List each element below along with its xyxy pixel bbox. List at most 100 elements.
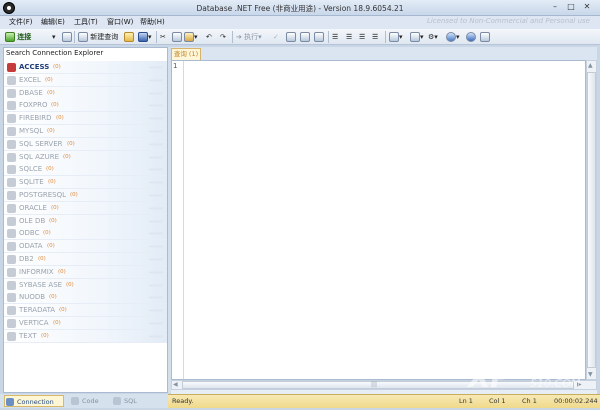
settings-gear-icon[interactable]: ⚙▾ bbox=[428, 31, 438, 43]
connection-item[interactable]: SQL SERVER (0) ‹‹‹‹‹‹‹ bbox=[4, 137, 167, 151]
globe-icon[interactable]: ▾ bbox=[446, 31, 460, 43]
copy-icon[interactable] bbox=[62, 31, 72, 43]
horizontal-scroll-grip: ||| bbox=[371, 381, 378, 388]
align-icon[interactable]: ☰ bbox=[332, 31, 338, 43]
execute-button[interactable]: ➔ 执行▾ bbox=[236, 31, 262, 43]
connection-item[interactable]: DBASE (0) ‹‹‹‹‹‹‹ bbox=[4, 86, 167, 100]
check-icon[interactable]: ✓ bbox=[273, 31, 279, 43]
export-icon[interactable]: ▾ bbox=[410, 31, 424, 43]
connection-item[interactable]: ORACLE (0) ‹‹‹‹‹‹‹ bbox=[4, 201, 167, 215]
connection-item[interactable]: FOXPRO (0) ‹‹‹‹‹‹‹ bbox=[4, 99, 167, 113]
menu-help[interactable]: 帮助(H) bbox=[140, 17, 165, 27]
connection-item[interactable]: ACCESS (0) ‹‹‹‹‹‹‹ bbox=[4, 61, 167, 74]
scroll-down-icon[interactable]: ▼ bbox=[588, 371, 593, 378]
print-icon[interactable]: ▾ bbox=[389, 31, 403, 43]
connection-name: MYSQL bbox=[19, 127, 44, 135]
execute-label: 执行 bbox=[244, 33, 259, 41]
window-icon[interactable] bbox=[314, 31, 324, 43]
row-watermark: ‹‹‹‹‹‹‹ bbox=[149, 282, 163, 289]
outdent-icon[interactable]: ☰ bbox=[359, 31, 365, 43]
connection-item[interactable]: EXCEL (0) ‹‹‹‹‹‹‹ bbox=[4, 73, 167, 87]
connection-item[interactable]: TEXT (0) ‹‹‹‹‹‹‹ bbox=[4, 329, 167, 343]
connection-item[interactable]: SQLCE (0) ‹‹‹‹‹‹‹ bbox=[4, 163, 167, 177]
connect-dropdown[interactable]: ▾ bbox=[52, 31, 56, 43]
menu-window[interactable]: 窗口(W) bbox=[107, 17, 133, 27]
download-icon[interactable] bbox=[480, 31, 490, 43]
connection-name: POSTGRESQL bbox=[19, 191, 67, 199]
redo-icon[interactable]: ↷ bbox=[220, 31, 226, 43]
connect-icon bbox=[5, 32, 15, 42]
connection-count: (0) bbox=[58, 268, 66, 275]
connection-item[interactable]: ODBC (0) ‹‹‹‹‹‹‹ bbox=[4, 227, 167, 241]
connect-button[interactable]: 连接 bbox=[5, 31, 31, 43]
database-icon bbox=[7, 229, 16, 239]
connection-count: (0) bbox=[43, 230, 51, 237]
database-icon bbox=[7, 293, 16, 303]
connection-item[interactable]: SQLITE (0) ‹‹‹‹‹‹‹ bbox=[4, 176, 167, 190]
tab-query-1[interactable]: 查询 (1) bbox=[171, 48, 201, 60]
table-icon[interactable] bbox=[286, 31, 296, 43]
new-query-button[interactable]: 新建查询 bbox=[78, 31, 118, 43]
toolbar-separator bbox=[232, 31, 233, 43]
connection-item[interactable]: SYBASE ASE (0) ‹‹‹‹‹‹‹ bbox=[4, 278, 167, 292]
connection-item[interactable]: NUODB (0) ‹‹‹‹‹‹‹ bbox=[4, 291, 167, 305]
tab-code[interactable]: Code bbox=[70, 395, 108, 407]
database-icon bbox=[7, 165, 16, 175]
connection-count: (0) bbox=[53, 64, 61, 70]
open-icon[interactable] bbox=[124, 31, 134, 43]
connection-count: (0) bbox=[47, 128, 55, 134]
connection-count: (0) bbox=[49, 294, 57, 301]
save-icon[interactable]: ▾ bbox=[138, 31, 152, 43]
menu-edit[interactable]: 编辑(E) bbox=[41, 17, 65, 27]
database-icon bbox=[7, 191, 16, 200]
connection-item[interactable]: INFORMIX (0) ‹‹‹‹‹‹‹ bbox=[4, 265, 167, 279]
grid-icon[interactable] bbox=[300, 31, 310, 43]
undo-icon[interactable]: ↶ bbox=[206, 31, 212, 43]
horizontal-scroll-thumb[interactable] bbox=[182, 381, 574, 389]
tab-sql[interactable]: SQL bbox=[112, 395, 146, 407]
connection-item[interactable]: MYSQL (0) ‹‹‹‹‹‹‹ bbox=[4, 125, 167, 138]
connection-name: EXCEL bbox=[19, 75, 41, 84]
row-watermark: ‹‹‹‹‹‹‹ bbox=[149, 129, 163, 135]
connection-name: ORACLE bbox=[19, 203, 47, 212]
database-icon bbox=[7, 101, 16, 111]
connection-item[interactable]: SQL AZURE (0) ‹‹‹‹‹‹‹ bbox=[4, 150, 167, 164]
connection-count: (0) bbox=[38, 256, 46, 262]
vertical-scroll-thumb[interactable] bbox=[587, 72, 596, 368]
database-icon bbox=[7, 127, 16, 136]
menu-tools[interactable]: 工具(T) bbox=[74, 17, 98, 27]
connection-name: SQLITE bbox=[19, 178, 44, 187]
scroll-up-icon[interactable]: ▲ bbox=[588, 62, 593, 69]
sql-editor[interactable] bbox=[171, 60, 586, 380]
connection-item[interactable]: POSTGRESQL (0) ‹‹‹‹‹‹‹ bbox=[4, 189, 167, 202]
database-icon bbox=[7, 216, 16, 226]
indent-icon[interactable]: ☰ bbox=[346, 31, 352, 43]
connection-count: (0) bbox=[45, 76, 53, 83]
close-icon[interactable]: ✕ bbox=[580, 1, 594, 13]
tab-connection[interactable]: Connection bbox=[4, 395, 64, 407]
cut-icon[interactable]: ✂ bbox=[160, 31, 166, 43]
connection-item[interactable]: VERTICA (0) ‹‹‹‹‹‹‹ bbox=[4, 317, 167, 330]
connection-item[interactable]: FIREBIRD (0) ‹‹‹‹‹‹‹ bbox=[4, 112, 167, 126]
connection-count: (0) bbox=[41, 332, 49, 339]
row-watermark: ‹‹‹‹‹‹‹ bbox=[149, 90, 163, 97]
search-connection-label[interactable]: Search Connection Explorer bbox=[6, 49, 103, 57]
connection-item[interactable]: OLE DB (0) ‹‹‹‹‹‹‹ bbox=[4, 214, 167, 228]
connection-item[interactable]: TERADATA (0) ‹‹‹‹‹‹‹ bbox=[4, 304, 167, 318]
connection-item[interactable]: ODATA (0) ‹‹‹‹‹‹‹ bbox=[4, 240, 167, 254]
help-icon[interactable] bbox=[466, 31, 476, 43]
connection-name: ACCESS bbox=[19, 63, 50, 71]
connection-name: ODATA bbox=[19, 242, 43, 251]
menu-file[interactable]: 文件(F) bbox=[9, 17, 33, 27]
comment-icon[interactable]: ☰ bbox=[372, 31, 378, 43]
scroll-left-icon[interactable]: ◀ bbox=[173, 381, 178, 388]
paste-icon[interactable] bbox=[172, 31, 182, 43]
line-number-gutter bbox=[172, 61, 184, 379]
connection-item[interactable]: DB2 (0) ‹‹‹‹‹‹‹ bbox=[4, 253, 167, 266]
maximize-icon[interactable]: □ bbox=[564, 1, 578, 13]
connection-count: (0) bbox=[66, 281, 74, 288]
connection-name: SYBASE ASE bbox=[19, 280, 63, 289]
connection-count: (0) bbox=[70, 192, 78, 198]
minimize-icon[interactable]: – bbox=[548, 1, 562, 13]
clipboard-icon[interactable]: ▾ bbox=[184, 31, 198, 43]
